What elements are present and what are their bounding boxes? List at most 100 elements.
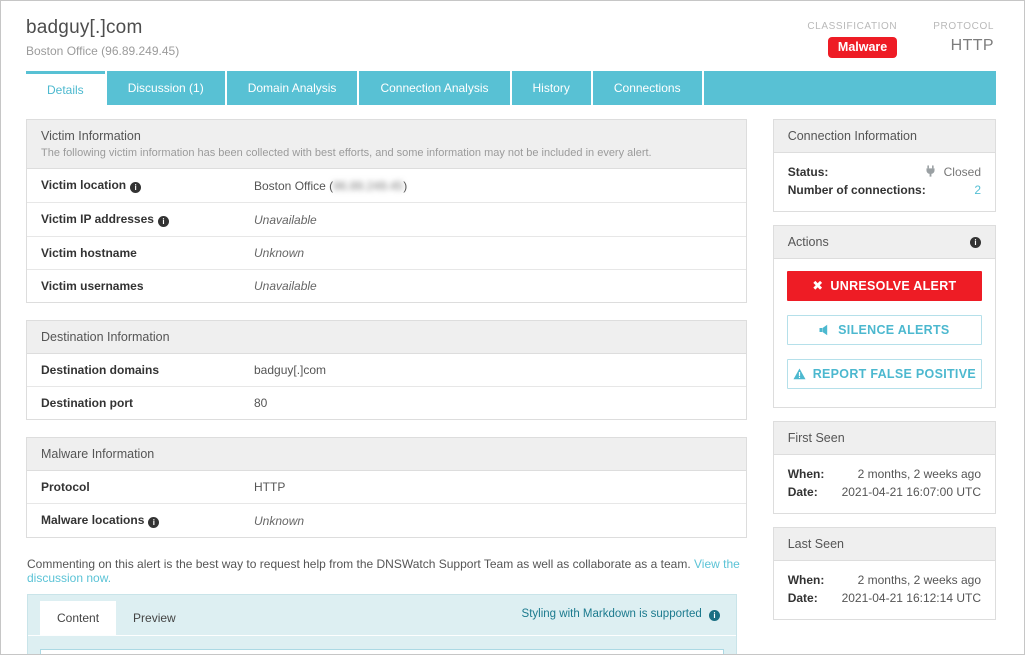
first-seen-when-row: When: 2 months, 2 weeks ago	[788, 465, 981, 483]
last-seen-when-row: When: 2 months, 2 weeks ago	[788, 571, 981, 589]
alert-details-page: badguy[.]com Boston Office (96.89.249.45…	[0, 0, 1025, 655]
comment-editor: Content Preview Styling with Markdown is…	[27, 594, 737, 655]
destination-information-title: Destination Information	[41, 330, 732, 344]
table-row: Destination domains badguy[.]com	[27, 354, 746, 387]
when-value: 2 months, 2 weeks ago	[858, 467, 981, 481]
last-seen-header: Last Seen	[774, 528, 995, 561]
tab-connection-analysis[interactable]: Connection Analysis	[359, 71, 509, 105]
tab-discussion[interactable]: Discussion (1)	[107, 71, 225, 105]
silence-alerts-button[interactable]: SILENCE ALERTS	[787, 315, 982, 345]
connections-row: Number of connections: 2	[788, 181, 981, 199]
main-column: Victim Information The following victim …	[26, 119, 747, 655]
alert-meta-block: CLASSIFICATION Malware PROTOCOL HTTP	[807, 17, 994, 58]
malware-information-panel: Malware Information Protocol HTTP Malwar…	[26, 437, 747, 538]
tab-bar: Details Discussion (1) Domain Analysis C…	[26, 71, 996, 105]
first-seen-date-row: Date: 2021-04-21 16:07:00 UTC	[788, 483, 981, 501]
connection-information-title: Connection Information	[788, 129, 981, 143]
comment-input[interactable]	[40, 649, 724, 655]
comment-intro-text: Commenting on this alert is the best way…	[27, 557, 747, 585]
connection-information-header: Connection Information	[774, 120, 995, 153]
comment-editor-tabs: Content Preview Styling with Markdown is…	[28, 595, 736, 636]
content-area: Victim Information The following victim …	[1, 105, 1024, 655]
actions-title: Actions	[788, 235, 829, 249]
table-row: Victim usernames Unavailable	[27, 270, 746, 302]
victim-location-label: Victim location	[41, 178, 126, 192]
table-row: Victim hostname Unknown	[27, 237, 746, 270]
tab-history[interactable]: History	[512, 71, 591, 105]
mute-icon	[819, 324, 831, 336]
malware-information-header: Malware Information	[27, 438, 746, 471]
info-icon[interactable]: i	[130, 182, 141, 193]
tab-domain-analysis[interactable]: Domain Analysis	[227, 71, 358, 105]
actions-header: Actions i	[774, 226, 995, 259]
victim-hostname-label: Victim hostname	[41, 246, 254, 260]
status-label: Status:	[788, 165, 829, 179]
sidebar: Connection Information Status: Closed Nu…	[773, 119, 996, 633]
malware-locations-label: Malware locations	[41, 513, 144, 527]
classification-badge: Malware	[828, 37, 897, 58]
classification-block: CLASSIFICATION Malware	[807, 21, 897, 58]
info-icon[interactable]: i	[158, 216, 169, 227]
comment-editor-body	[28, 636, 736, 655]
status-value: Closed	[925, 165, 981, 179]
x-icon: ✖	[812, 278, 823, 294]
last-seen-title: Last Seen	[788, 537, 981, 551]
date-label: Date:	[788, 591, 818, 605]
tab-content[interactable]: Content	[40, 601, 116, 635]
classification-label: CLASSIFICATION	[807, 21, 897, 32]
connections-label: Number of connections:	[788, 183, 926, 197]
victim-usernames-label: Victim usernames	[41, 279, 254, 293]
victim-location-value: Boston Office (96.89.249.45)	[254, 179, 407, 193]
first-seen-header: First Seen	[774, 422, 995, 455]
victim-information-title: Victim Information	[41, 129, 732, 143]
table-row: Destination port 80	[27, 387, 746, 419]
info-icon[interactable]: i	[970, 237, 981, 248]
alert-title-block: badguy[.]com Boston Office (96.89.249.45…	[26, 17, 179, 58]
info-icon[interactable]: i	[709, 610, 720, 621]
date-label: Date:	[788, 485, 818, 499]
date-value: 2021-04-21 16:12:14 UTC	[842, 591, 981, 605]
alert-location-subtitle: Boston Office (96.89.249.45)	[26, 44, 179, 58]
tab-preview[interactable]: Preview	[116, 601, 193, 635]
first-seen-panel: First Seen When: 2 months, 2 weeks ago D…	[773, 421, 996, 514]
date-value: 2021-04-21 16:07:00 UTC	[842, 485, 981, 499]
tab-bar-filler	[704, 71, 996, 105]
first-seen-title: First Seen	[788, 431, 981, 445]
when-value: 2 months, 2 weeks ago	[858, 573, 981, 587]
destination-information-header: Destination Information	[27, 321, 746, 354]
protocol-block: PROTOCOL HTTP	[933, 21, 994, 58]
when-label: When:	[788, 467, 825, 481]
info-icon[interactable]: i	[148, 517, 159, 528]
report-false-positive-button[interactable]: REPORT FALSE POSITIVE	[787, 359, 982, 389]
table-row: Malware locations i Unknown	[27, 504, 746, 537]
when-label: When:	[788, 573, 825, 587]
warning-icon	[793, 368, 806, 380]
tab-connections[interactable]: Connections	[593, 71, 702, 105]
victim-hostname-value: Unknown	[254, 246, 304, 260]
markdown-note: Styling with Markdown is supported i	[522, 608, 720, 628]
destination-information-panel: Destination Information Destination doma…	[26, 320, 747, 420]
alert-domain-title: badguy[.]com	[26, 17, 179, 39]
victim-usernames-value: Unavailable	[254, 279, 317, 293]
redacted-ip: 96.89.249.45	[333, 179, 403, 193]
table-row: Protocol HTTP	[27, 471, 746, 504]
destination-port-label: Destination port	[41, 396, 254, 410]
unresolve-alert-button[interactable]: ✖ UNRESOLVE ALERT	[787, 271, 982, 301]
protocol-row-label: Protocol	[41, 480, 254, 494]
destination-domains-label: Destination domains	[41, 363, 254, 377]
protocol-label: PROTOCOL	[933, 21, 994, 32]
connections-count-link[interactable]: 2	[974, 183, 981, 197]
victim-ip-value: Unavailable	[254, 213, 317, 227]
plug-icon	[925, 165, 936, 177]
victim-information-subtitle: The following victim information has bee…	[41, 147, 732, 159]
status-row: Status: Closed	[788, 163, 981, 181]
protocol-value: HTTP	[933, 37, 994, 55]
malware-information-title: Malware Information	[41, 447, 732, 461]
destination-domains-value: badguy[.]com	[254, 363, 326, 377]
actions-panel: Actions i ✖ UNRESOLVE ALERT SILENCE ALER…	[773, 225, 996, 408]
table-row: Victim location i Boston Office (96.89.24…	[27, 169, 746, 203]
tab-details[interactable]: Details	[26, 71, 105, 105]
destination-port-value: 80	[254, 396, 267, 410]
connection-information-panel: Connection Information Status: Closed Nu…	[773, 119, 996, 212]
malware-locations-value: Unknown	[254, 514, 304, 528]
